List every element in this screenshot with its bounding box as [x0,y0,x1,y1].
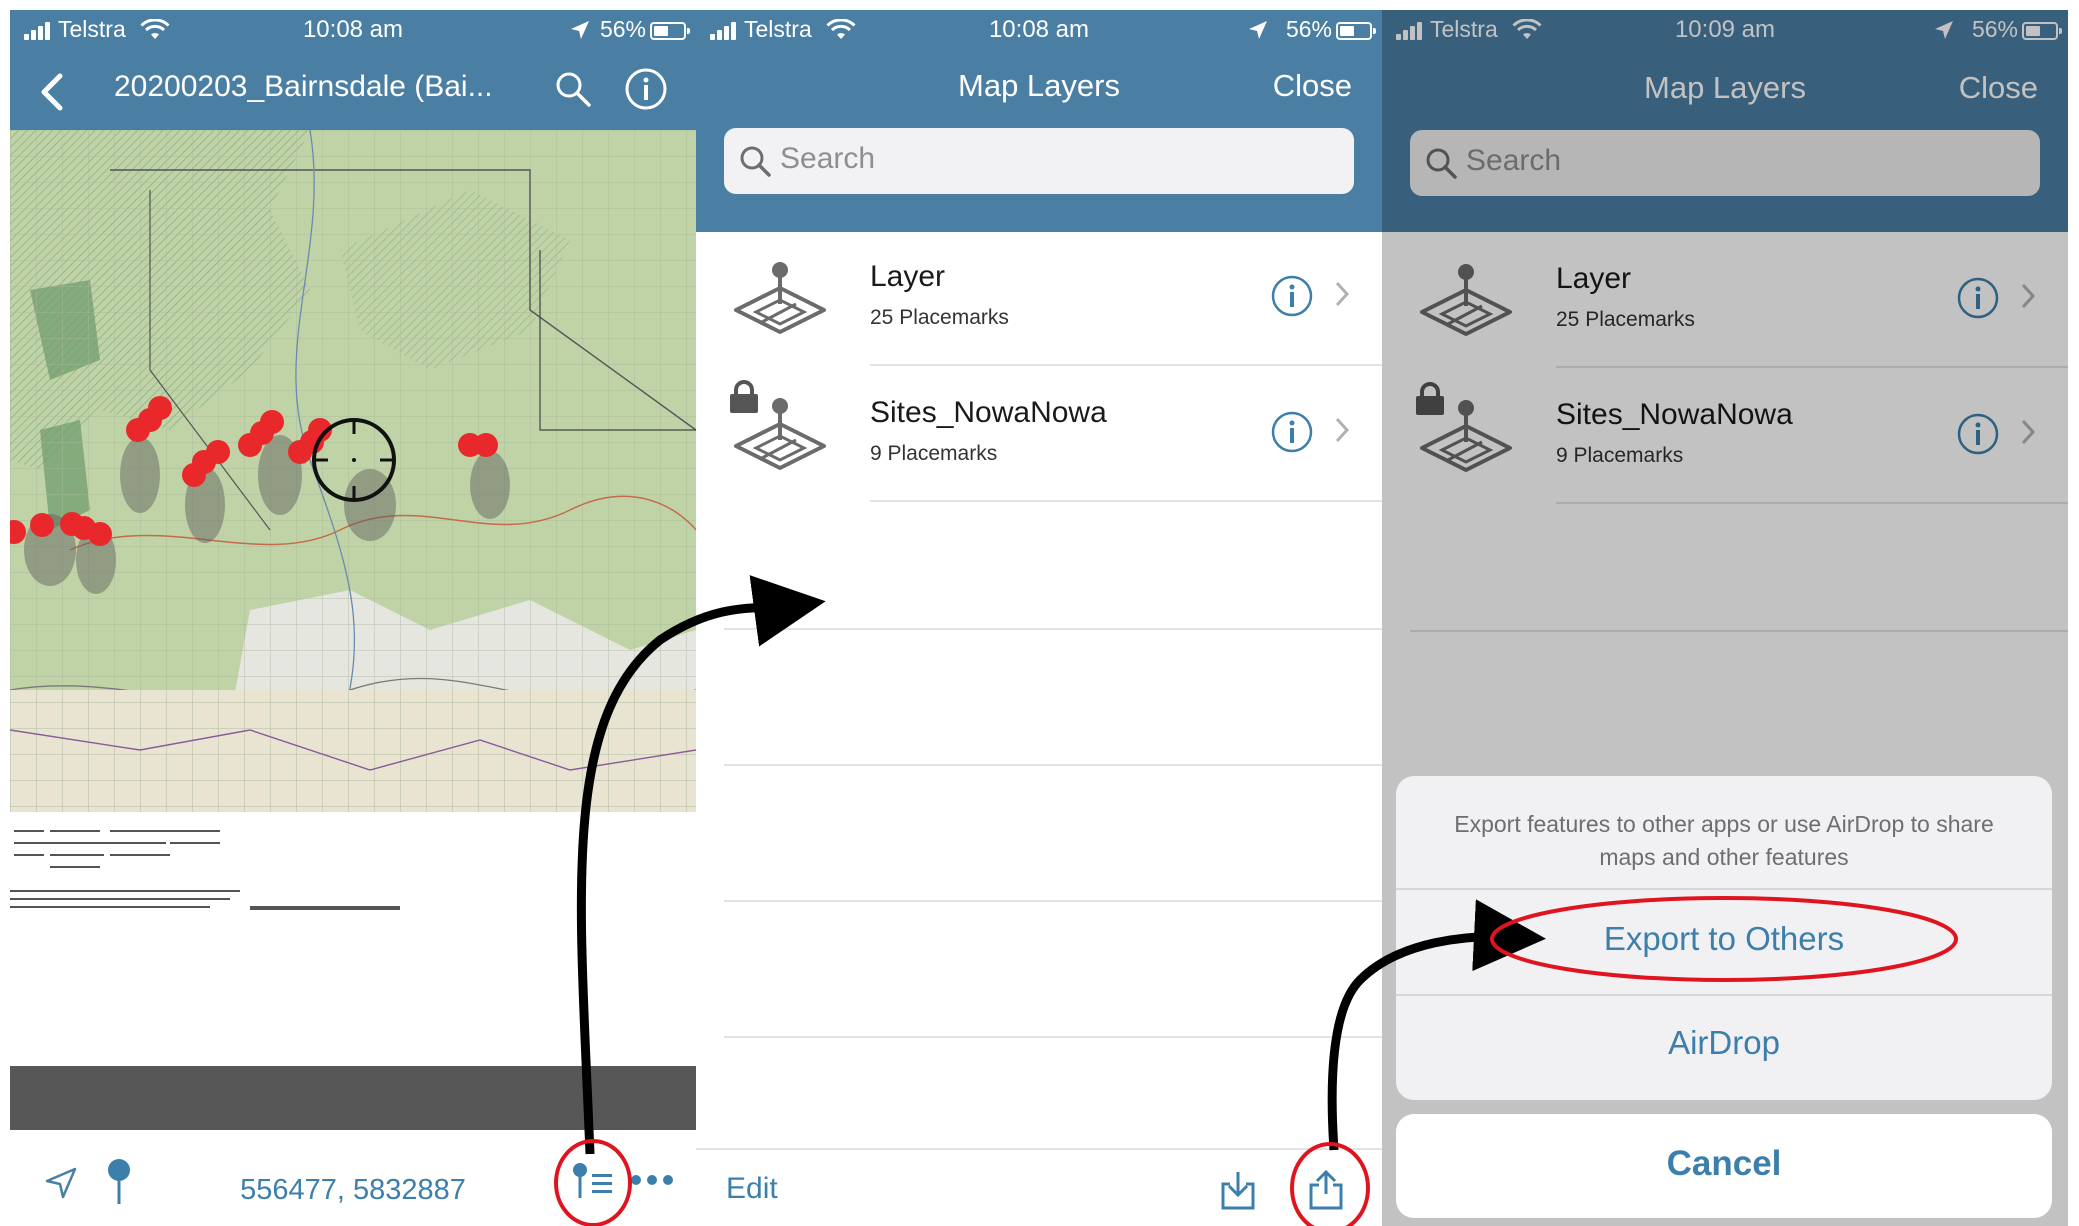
arrow-to-layers [576,575,826,1155]
arrow-to-export [1327,899,1546,1151]
highlight-share-button [1290,1142,1370,1226]
annotation-overlay [554,575,1958,1226]
highlight-export-button [1490,896,1958,982]
